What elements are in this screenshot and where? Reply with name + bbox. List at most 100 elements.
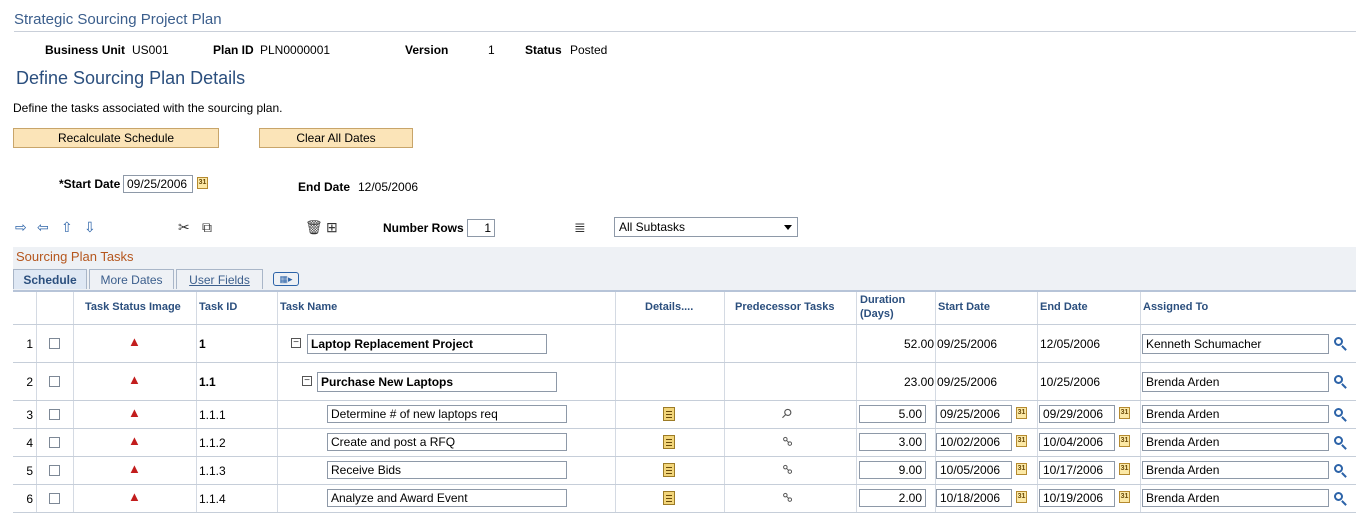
assigned-to-input[interactable] [1142,489,1329,507]
tab-more-dates[interactable]: More Dates [89,269,174,289]
task-name-input[interactable] [327,489,567,507]
number-rows-input[interactable] [467,219,495,237]
column-divider [73,292,74,513]
recalculate-schedule-button[interactable]: Recalculate Schedule [13,128,219,148]
calendar-icon[interactable]: 31 [1016,463,1027,475]
delete-icon[interactable]: 🗑 [305,220,323,234]
clear-all-dates-button[interactable]: Clear All Dates [259,128,413,148]
row-divider [13,362,1356,363]
collapse-icon[interactable]: − [302,376,312,386]
start-date-input[interactable] [936,433,1012,451]
page-title: Strategic Sourcing Project Plan [14,11,222,28]
task-id: 1.1.4 [199,492,226,506]
business-unit-value: US001 [132,43,169,57]
calendar-icon[interactable]: 31 [1119,407,1130,419]
column-divider [1140,292,1141,513]
assigned-to-input[interactable] [1142,405,1329,423]
tab-schedule[interactable]: Schedule [13,269,87,289]
task-name-input[interactable] [307,334,547,354]
column-divider [724,292,725,513]
copy-icon[interactable]: ⧉ [202,220,212,234]
end-date-input[interactable] [1039,489,1115,507]
start-date-label: *Start Date [59,177,121,191]
duration-value: 52.00 [903,337,934,351]
version-value: 1 [488,43,495,57]
start-date-input[interactable] [936,405,1012,423]
col-assigned-to: Assigned To [1143,301,1209,313]
duration-input[interactable] [859,461,926,479]
assigned-to-input[interactable] [1142,372,1329,392]
row-select-checkbox[interactable] [49,465,60,476]
row-divider [13,400,1356,401]
lookup-icon[interactable] [1334,337,1343,346]
duration-input[interactable] [859,405,926,423]
title-divider [14,31,1356,32]
lookup-icon[interactable] [1334,436,1343,445]
cut-icon[interactable]: ✂ [178,220,190,234]
end-date-input[interactable] [1039,405,1115,423]
column-divider [277,292,278,513]
insert-row-icon[interactable]: ⊞ [326,220,338,234]
arrow-left-icon[interactable]: ⇦ [37,220,49,234]
calendar-icon[interactable]: 31 [1119,491,1130,503]
calendar-icon[interactable]: 31 [1016,407,1027,419]
calendar-icon[interactable]: 31 [1119,463,1130,475]
collapse-icon[interactable]: − [291,338,301,348]
duration-input[interactable] [859,433,926,451]
tab-user-fields[interactable]: User Fields [176,269,263,289]
status-value: Posted [570,43,608,57]
subtask-filter-value: All Subtasks [619,220,686,234]
plan-id-label: Plan ID [213,43,254,57]
row-divider [13,484,1356,485]
assigned-to-input[interactable] [1142,461,1329,479]
chevron-down-icon [784,225,792,230]
details-icon[interactable] [663,435,675,449]
details-icon[interactable] [663,491,675,505]
arrow-up-icon[interactable]: ⇧ [61,220,73,234]
assigned-to-input[interactable] [1142,433,1329,451]
col-predecessor-tasks: Predecessor Tasks [735,301,835,313]
task-name-input[interactable] [327,405,567,423]
show-all-columns-icon[interactable]: ▦▸ [273,272,299,286]
lookup-icon[interactable] [1334,492,1343,501]
col-duration: Duration [860,294,906,306]
calendar-icon[interactable]: 31 [1016,435,1027,447]
task-name-input[interactable] [327,461,567,479]
end-date-input[interactable] [1039,433,1115,451]
end-date-input[interactable] [1039,461,1115,479]
calendar-icon[interactable]: 31 [1016,491,1027,503]
start-date-input[interactable] [936,489,1012,507]
duration-input[interactable] [859,489,926,507]
warning-icon: ▲ [128,334,141,349]
details-icon[interactable] [663,407,675,421]
row-number: 4 [26,436,33,450]
details-icon[interactable] [663,463,675,477]
col-task-id: Task ID [199,301,238,313]
subtask-filter-select[interactable]: All Subtasks [614,217,798,237]
warning-icon: ▲ [128,372,141,387]
warning-icon: ▲ [128,405,141,420]
row-select-checkbox[interactable] [49,409,60,420]
col-end-date: End Date [1040,301,1088,313]
start-date-input[interactable] [936,461,1012,479]
calendar-icon[interactable]: 31 [1119,435,1130,447]
lookup-icon[interactable] [1334,464,1343,473]
row-select-checkbox[interactable] [49,493,60,504]
lookup-icon[interactable] [1334,375,1343,384]
row-select-checkbox[interactable] [49,376,60,387]
row-select-checkbox[interactable] [49,437,60,448]
arrow-down-icon[interactable]: ⇩ [84,220,96,234]
row-divider [13,324,1356,325]
assigned-to-input[interactable] [1142,334,1329,354]
task-name-input[interactable] [317,372,557,392]
start-date-value: 09/25/2006 [937,337,998,351]
arrow-right-icon[interactable]: ⇨ [15,220,27,234]
lookup-icon[interactable] [1334,408,1343,417]
row-select-checkbox[interactable] [49,338,60,349]
start-date-calendar-icon[interactable]: 31 [197,177,208,189]
row-number: 2 [26,375,33,389]
business-unit-label: Business Unit [45,43,126,57]
task-name-input[interactable] [327,433,567,451]
start-date-input[interactable] [123,175,193,193]
add-subtask-icon[interactable]: ≣ [574,220,586,234]
